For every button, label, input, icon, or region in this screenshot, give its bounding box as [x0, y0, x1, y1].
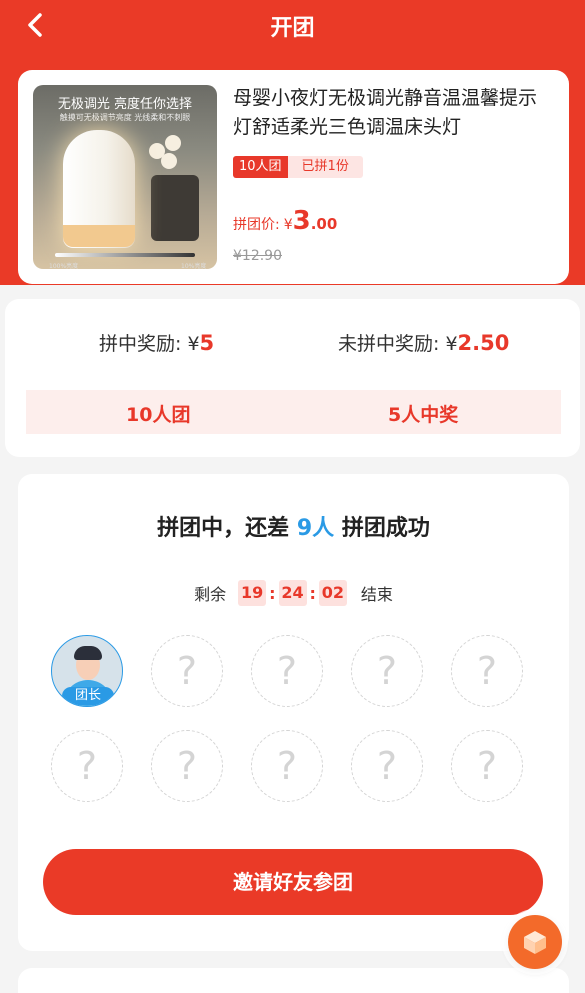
- floating-box-button[interactable]: [508, 915, 562, 969]
- remain-label: 剩余: [194, 585, 227, 604]
- empty-member-slot[interactable]: ?: [451, 635, 523, 707]
- end-label: 结束: [360, 585, 393, 604]
- brightness-min-label: 100%亮度: [49, 263, 79, 269]
- joined-tag: 已拼1份: [287, 156, 363, 178]
- status-count: 9人: [296, 516, 335, 541]
- empty-member-slot[interactable]: ?: [151, 730, 223, 802]
- price-decimal: .00: [310, 215, 338, 233]
- invite-friends-button[interactable]: 邀请好友参团: [43, 849, 543, 915]
- reward-summary-band: 10人团 5人中奖: [26, 390, 561, 434]
- leader-avatar[interactable]: 团长: [51, 635, 123, 707]
- brightness-bar: [55, 253, 195, 257]
- lamp-base: [63, 225, 135, 247]
- cube-icon: [524, 931, 546, 954]
- win-reward-value: 5: [199, 331, 215, 355]
- lose-reward-label: 未拼中奖励: ¥: [338, 333, 458, 355]
- win-reward: 拼中奖励: ¥5: [99, 329, 214, 356]
- empty-member-slot[interactable]: ?: [51, 730, 123, 802]
- leader-badge: 团长: [62, 687, 114, 705]
- product-image-headline: 无极调光 亮度任你选择: [57, 97, 193, 112]
- flower-decoration: [161, 153, 177, 169]
- empty-member-slot[interactable]: ?: [151, 635, 223, 707]
- lose-reward: 未拼中奖励: ¥2.50: [338, 329, 509, 356]
- product-name: 母婴小夜灯无极调光静音温温馨提示灯舒适柔光三色调温床头灯: [233, 87, 538, 138]
- product-image-subline: 触摸可无极调节亮度 光线柔和不刺眼: [59, 113, 191, 122]
- group-progress-card: 拼团中，还差 9人 拼团成功 剩余 19 : 24 : 02 结束 团长 ? ?…: [18, 474, 569, 951]
- timer-colon: :: [269, 583, 276, 603]
- next-section-card: [18, 968, 569, 993]
- group-status: 拼团中，还差 9人 拼团成功: [18, 510, 569, 542]
- lose-reward-value: 2.50: [457, 331, 510, 355]
- winners-label: 5人中奖: [388, 404, 459, 426]
- status-suffix: 拼团成功: [334, 516, 430, 541]
- group-price: 拼团价: ¥ 3 .00: [233, 206, 337, 236]
- product-card[interactable]: 无极调光 亮度任你选择 触摸可无极调节亮度 光线柔和不刺眼 100%亮度 10%…: [18, 70, 569, 284]
- empty-member-slot[interactable]: ?: [351, 635, 423, 707]
- empty-member-slot[interactable]: ?: [251, 730, 323, 802]
- reward-card: 拼中奖励: ¥5 未拼中奖励: ¥2.50 10人团 5人中奖: [5, 299, 580, 457]
- timer-seconds: 02: [318, 580, 347, 606]
- page-title: 开团: [270, 16, 315, 41]
- header-bar: 开团: [0, 0, 585, 52]
- win-reward-label: 拼中奖励: ¥: [99, 333, 200, 355]
- countdown-timer: 剩余 19 : 24 : 02 结束: [18, 580, 569, 606]
- timer-colon: :: [309, 583, 316, 603]
- brightness-max-label: 10%亮度: [181, 263, 207, 269]
- timer-minutes: 24: [278, 580, 307, 606]
- price-integer: 3: [292, 206, 311, 236]
- empty-member-slot[interactable]: ?: [251, 635, 323, 707]
- status-prefix: 拼团中，还差: [157, 516, 297, 541]
- original-price: ¥12.90: [233, 248, 282, 264]
- empty-member-slot[interactable]: ?: [451, 730, 523, 802]
- group-size-tag: 10人团: [233, 156, 288, 178]
- price-label: 拼团价:: [233, 217, 280, 233]
- bottle-decoration: [151, 175, 199, 241]
- avatar-hair: [74, 646, 102, 660]
- price-currency: ¥: [283, 217, 293, 233]
- product-image[interactable]: 无极调光 亮度任你选择 触摸可无极调节亮度 光线柔和不刺眼 100%亮度 10%…: [33, 85, 217, 269]
- empty-member-slot[interactable]: ?: [351, 730, 423, 802]
- timer-hours: 19: [238, 580, 267, 606]
- group-size-label: 10人团: [126, 404, 191, 426]
- product-tags: 10人团 已拼1份: [233, 156, 363, 178]
- flower-decoration: [165, 135, 181, 151]
